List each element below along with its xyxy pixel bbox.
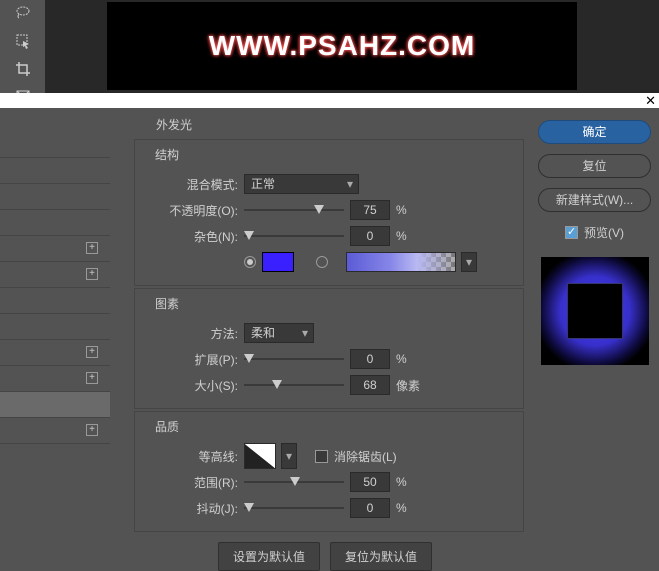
ok-button[interactable]: 确定 [538,120,651,144]
structure-fieldset: 结构 混合模式: 正常 不透明度(O): % 杂色(N): % [134,139,524,286]
watermark-text: WWW.PSAHZ.COM [209,30,476,62]
elements-fieldset: 图素 方法: 柔和 扩展(P): % 大小(S): 像素 [134,288,524,409]
jitter-input[interactable] [350,498,390,518]
dialog-titlebar: ✕ [0,93,659,108]
opacity-label: 不透明度(O): [143,202,238,219]
technique-select[interactable]: 柔和 [244,323,314,343]
elements-legend: 图素 [151,295,183,312]
antialias-checkbox[interactable] [315,450,328,463]
quality-legend: 品质 [151,418,183,435]
spread-slider[interactable] [244,351,344,367]
plus-icon[interactable]: + [86,346,98,358]
jitter-slider[interactable] [244,500,344,516]
structure-legend: 结构 [151,146,183,163]
style-list-item[interactable]: + [0,340,110,366]
canvas-area: WWW.PSAHZ.COM [45,0,659,93]
size-input[interactable] [350,375,390,395]
gradient-dropdown-icon[interactable]: ▾ [461,252,477,272]
plus-icon[interactable]: + [86,424,98,436]
quality-fieldset: 品质 等高线: ▾ 消除锯齿(L) 范围(R): % 抖动(J): % [134,411,524,532]
technique-label: 方法: [143,325,238,342]
style-list-item[interactable]: + [0,418,110,444]
opacity-unit: % [396,203,426,217]
color-radio[interactable] [244,256,256,268]
antialias-label: 消除锯齿(L) [334,448,397,465]
range-input[interactable] [350,472,390,492]
plus-icon[interactable]: + [86,268,98,280]
contour-label: 等高线: [143,448,238,465]
dialog-title: 外发光 [156,116,530,133]
range-unit: % [396,475,426,489]
size-unit: 像素 [396,377,426,394]
style-list-item[interactable] [0,158,110,184]
style-list-item[interactable] [0,132,110,158]
color-swatch[interactable] [262,252,294,272]
preview-box [541,257,649,365]
close-icon[interactable]: ✕ [645,93,656,109]
preview-shape [567,283,623,339]
spread-input[interactable] [350,349,390,369]
spread-unit: % [396,352,426,366]
style-list-item[interactable] [0,210,110,236]
toolbar [0,0,45,93]
preview-label: 预览(V) [584,224,624,241]
style-list-item[interactable] [0,184,110,210]
blend-mode-label: 混合模式: [143,176,238,193]
jitter-unit: % [396,501,426,515]
contour-swatch[interactable] [244,443,276,469]
style-list-item[interactable] [0,314,110,340]
make-default-button[interactable]: 设置为默认值 [218,542,320,571]
blend-mode-select[interactable]: 正常 [244,174,359,194]
noise-input[interactable] [350,226,390,246]
new-style-button[interactable]: 新建样式(W)... [538,188,651,212]
plus-icon[interactable]: + [86,372,98,384]
quick-select-tool-icon[interactable] [12,32,34,50]
style-list-item[interactable]: + [0,236,110,262]
size-label: 大小(S): [143,377,238,394]
gradient-swatch[interactable] [346,252,456,272]
opacity-slider[interactable] [244,202,344,218]
style-list-item[interactable]: + [0,262,110,288]
gradient-radio[interactable] [316,256,328,268]
style-list-item[interactable] [0,288,110,314]
style-list-item-selected[interactable] [0,392,110,418]
settings-panel: 外发光 结构 混合模式: 正常 不透明度(O): % 杂色(N): % [110,108,530,552]
canvas: WWW.PSAHZ.COM [107,2,577,90]
noise-unit: % [396,229,426,243]
style-list-item[interactable]: + [0,366,110,392]
layer-style-dialog: + + + + + 外发光 结构 混合模式: 正常 不透明度(O): % 杂色(… [0,108,659,552]
jitter-label: 抖动(J): [143,500,238,517]
range-slider[interactable] [244,474,344,490]
noise-label: 杂色(N): [143,228,238,245]
right-panel: 确定 复位 新建样式(W)... 预览(V) [530,108,659,552]
spread-label: 扩展(P): [143,351,238,368]
reset-button[interactable]: 复位 [538,154,651,178]
reset-default-button[interactable]: 复位为默认值 [330,542,432,571]
lasso-tool-icon[interactable] [12,4,34,22]
opacity-input[interactable] [350,200,390,220]
noise-slider[interactable] [244,228,344,244]
crop-tool-icon[interactable] [12,60,34,78]
preview-checkbox[interactable] [565,226,578,239]
size-slider[interactable] [244,377,344,393]
range-label: 范围(R): [143,474,238,491]
plus-icon[interactable]: + [86,242,98,254]
contour-dropdown-icon[interactable]: ▾ [281,443,297,469]
style-list: + + + + + [0,108,110,552]
